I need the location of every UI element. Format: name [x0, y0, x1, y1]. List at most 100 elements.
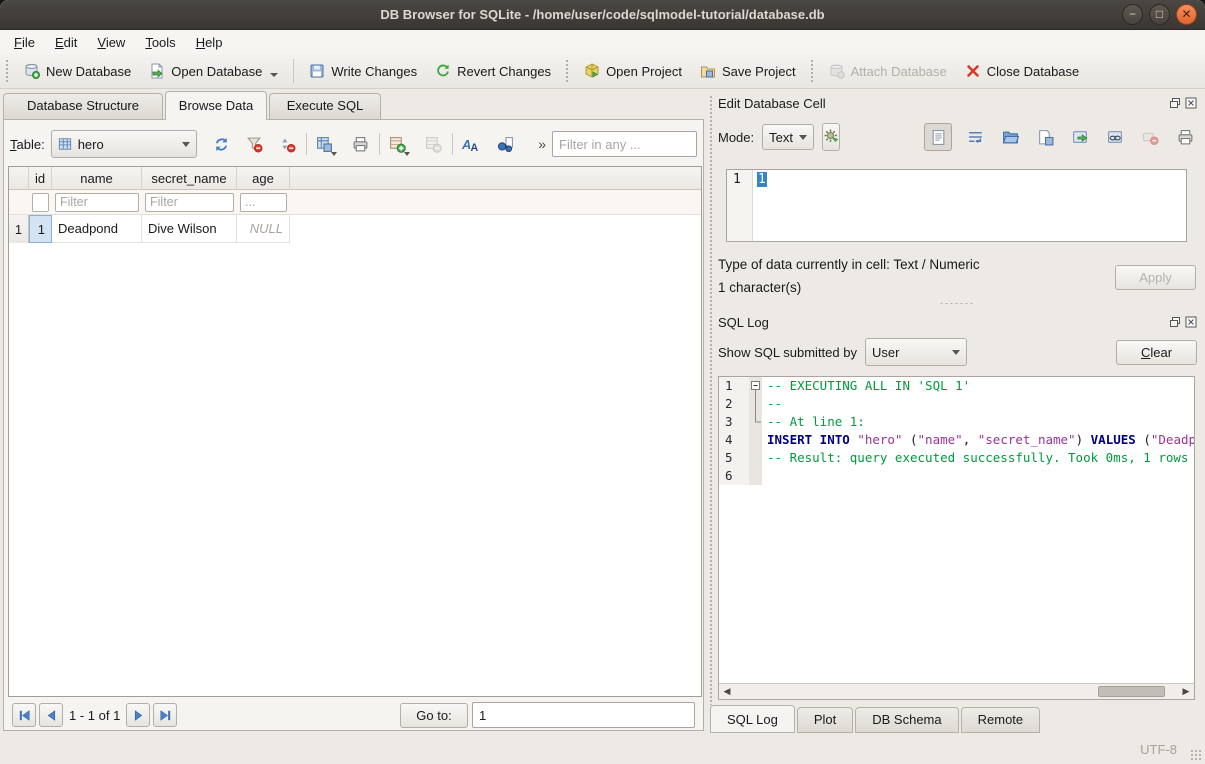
- print-button[interactable]: [348, 131, 374, 157]
- filter-input-id[interactable]: [32, 193, 49, 212]
- menu-help[interactable]: Help: [186, 32, 233, 53]
- show-sql-select[interactable]: User: [865, 338, 967, 366]
- sql-log-editor[interactable]: 1-- EXECUTING ALL IN 'SQL 1'2--3-- At li…: [719, 377, 1194, 683]
- dock-resize-handle[interactable]: [709, 95, 714, 705]
- scroll-right-icon[interactable]: ▶: [1178, 684, 1194, 699]
- revert-changes-icon: [435, 63, 451, 79]
- auto-apply-button[interactable]: [822, 123, 840, 151]
- print-cell-button[interactable]: [1173, 125, 1197, 149]
- save-table-button[interactable]: [312, 131, 338, 157]
- toolbar-separator: [306, 133, 307, 155]
- column-header-id[interactable]: id: [29, 167, 52, 190]
- mode-select[interactable]: Text: [762, 124, 814, 150]
- tab-execute-sql[interactable]: Execute SQL: [269, 93, 381, 119]
- apply-button[interactable]: Apply: [1115, 265, 1196, 290]
- insert-record-button[interactable]: [385, 131, 411, 157]
- filter-input-age[interactable]: [240, 193, 287, 212]
- tab-plot[interactable]: Plot: [797, 707, 853, 733]
- filter-input-name[interactable]: [55, 193, 139, 212]
- revert-changes-button[interactable]: Revert Changes: [426, 58, 560, 84]
- gear-icon: [823, 128, 839, 144]
- toolbar-handle[interactable]: [810, 59, 815, 83]
- previous-record-icon: [44, 708, 59, 723]
- scroll-left-icon[interactable]: ◀: [719, 684, 735, 699]
- toolbar-overflow-chevron[interactable]: »: [538, 136, 546, 152]
- menu-file[interactable]: File: [4, 32, 45, 53]
- titlebar[interactable]: DB Browser for SQLite - /home/user/code/…: [0, 0, 1205, 30]
- maximize-button[interactable]: □: [1149, 4, 1170, 25]
- float-dock-icon[interactable]: [1169, 97, 1181, 109]
- float-dock-icon[interactable]: [1169, 316, 1181, 328]
- first-record-icon: [17, 708, 32, 723]
- tab-remote[interactable]: Remote: [961, 707, 1041, 733]
- word-wrap-button[interactable]: [963, 125, 987, 149]
- save-project-button[interactable]: Save Project: [691, 58, 805, 84]
- dock-splitter[interactable]: [707, 300, 1205, 306]
- table-icon: [58, 137, 72, 151]
- minimize-button[interactable]: −: [1122, 4, 1143, 25]
- cell-secret-name[interactable]: Dive Wilson: [142, 215, 237, 243]
- cell-name[interactable]: Deadpond: [52, 215, 142, 243]
- cell-age[interactable]: NULL: [237, 215, 290, 243]
- cell-type-info: Type of data currently in cell: Text / N…: [718, 257, 980, 272]
- scrollbar-thumb[interactable]: [1098, 686, 1164, 697]
- font-button[interactable]: AA: [458, 131, 484, 157]
- open-in-app-button[interactable]: [1068, 125, 1092, 149]
- copy-link-button[interactable]: [1103, 125, 1127, 149]
- clear-filters-button[interactable]: [242, 131, 268, 157]
- write-changes-button[interactable]: Write Changes: [300, 58, 426, 84]
- refresh-icon: [213, 136, 230, 153]
- last-record-button[interactable]: [153, 703, 177, 727]
- next-record-button[interactable]: [126, 703, 150, 727]
- goto-button[interactable]: Go to:: [400, 703, 468, 728]
- close-dock-icon[interactable]: [1185, 316, 1197, 328]
- menu-edit[interactable]: Edit: [45, 32, 87, 53]
- clear-log-button[interactable]: Clear: [1116, 340, 1197, 365]
- text-mode-button[interactable]: [924, 123, 952, 151]
- filter-any-input[interactable]: [552, 131, 697, 157]
- toolbar-handle[interactable]: [565, 59, 570, 83]
- row-number[interactable]: 1: [9, 215, 29, 243]
- column-header-age[interactable]: age: [237, 167, 290, 190]
- cell-id[interactable]: 1: [29, 215, 52, 243]
- corner-header[interactable]: [9, 167, 29, 190]
- toolbar-handle[interactable]: [5, 59, 10, 83]
- cell-editor[interactable]: 1 1: [726, 169, 1187, 242]
- menu-tools[interactable]: Tools: [135, 32, 185, 53]
- clear-sorting-button[interactable]: [275, 131, 301, 157]
- column-header-name[interactable]: name: [52, 167, 142, 190]
- header-filler: [290, 167, 701, 190]
- export-data-button[interactable]: [1033, 125, 1057, 149]
- open-project-icon: [584, 63, 600, 79]
- goto-input[interactable]: [472, 702, 695, 728]
- table-select[interactable]: hero: [51, 130, 197, 158]
- data-grid: id name secret_name age 1 1: [8, 166, 702, 697]
- previous-record-button[interactable]: [39, 703, 63, 727]
- tab-sql-log[interactable]: SQL Log: [710, 705, 795, 733]
- grid-filter-row: [9, 190, 701, 215]
- edit-cell-dock-header: Edit Database Cell: [718, 94, 1197, 112]
- open-database-dropdown-icon[interactable]: [270, 73, 278, 77]
- first-record-button[interactable]: [12, 703, 36, 727]
- close-button[interactable]: ✕: [1176, 4, 1197, 25]
- menu-view[interactable]: View: [87, 32, 135, 53]
- print-icon: [1177, 129, 1194, 146]
- sql-log-hscrollbar[interactable]: ◀ ▶: [719, 683, 1194, 699]
- close-dock-icon[interactable]: [1185, 97, 1197, 109]
- refresh-button[interactable]: [209, 131, 235, 157]
- find-button[interactable]: [493, 131, 519, 157]
- tab-db-schema[interactable]: DB Schema: [855, 707, 958, 733]
- cell-char-count: 1 character(s): [718, 280, 801, 295]
- new-database-button[interactable]: New Database: [15, 58, 140, 84]
- scrollbar-track[interactable]: [735, 684, 1178, 699]
- open-database-button[interactable]: Open Database: [140, 58, 287, 84]
- open-project-button[interactable]: Open Project: [575, 58, 691, 84]
- resize-grip[interactable]: [1190, 749, 1202, 761]
- filter-input-secret-name[interactable]: [145, 193, 234, 212]
- tab-browse-data[interactable]: Browse Data: [165, 91, 267, 120]
- column-header-secret-name[interactable]: secret_name: [142, 167, 237, 190]
- new-database-label: New Database: [46, 64, 131, 79]
- close-database-button[interactable]: Close Database: [956, 58, 1089, 84]
- import-data-button[interactable]: [998, 125, 1022, 149]
- tab-database-structure[interactable]: Database Structure: [3, 93, 163, 119]
